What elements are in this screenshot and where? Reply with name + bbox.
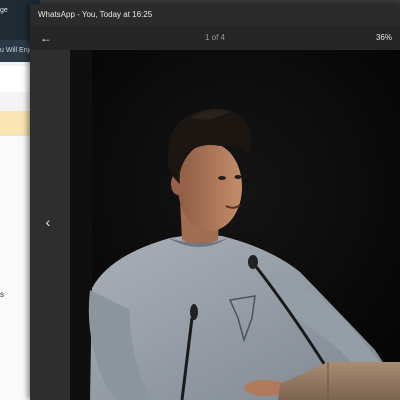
face [178,143,242,231]
background-app-title: ge [0,7,8,14]
window-controls [322,4,400,26]
zoom-level[interactable]: 36% [376,33,392,42]
whatsapp-media-viewer: WhatsApp - You, Today at 16:25 ← 1 of 4 … [30,4,400,400]
viewer-toolbar: ← 1 of 4 36% [30,26,400,50]
speaker-photo [70,50,400,400]
chevron-left-icon: ‹ [45,214,51,230]
maximize-button[interactable] [348,4,374,26]
background-app-text-fragment: s [0,290,4,299]
minimize-button[interactable] [322,4,348,26]
page-counter: 1 of 4 [204,33,225,42]
close-button[interactable] [374,4,400,26]
curtain-shadow [70,50,92,400]
media-stage: ‹ [30,50,400,400]
media-photo [70,50,400,400]
microphone-head [248,255,258,269]
window-titlebar[interactable]: WhatsApp - You, Today at 16:25 [30,4,400,26]
window-title: WhatsApp - You, Today at 16:25 [38,10,153,19]
previous-media-button[interactable]: ‹ [40,210,56,234]
